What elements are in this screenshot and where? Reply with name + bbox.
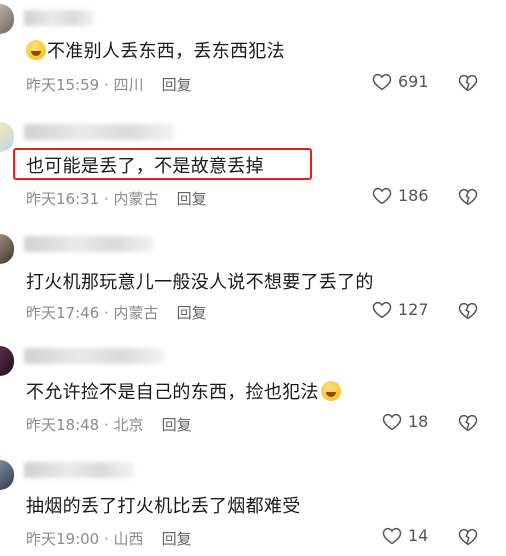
comment-text: 打火机那玩意儿一般没人说不想要了丢了的 [26, 272, 374, 293]
laughing-emoji-icon [320, 381, 341, 401]
username-blurred[interactable] [24, 10, 94, 26]
comment-item: 不允许捡不是自己的东西，捡也犯法 昨天18:48 · 北京 回复 18 [0, 336, 506, 448]
comment-meta: 昨天16:31 · 内蒙古 回复 [26, 190, 207, 208]
reply-button[interactable]: 回复 [162, 530, 192, 548]
heart-outline-icon [372, 73, 392, 90]
comment-time: 昨天17:46 [26, 304, 100, 322]
comment-location: 内蒙古 [113, 304, 159, 322]
broken-heart-icon[interactable] [458, 414, 478, 432]
broken-heart-icon[interactable] [458, 528, 478, 546]
like-button[interactable]: 691 [372, 72, 429, 91]
like-count: 186 [398, 186, 429, 205]
like-button[interactable]: 18 [382, 412, 428, 431]
like-count: 18 [408, 412, 429, 431]
like-button[interactable]: 14 [382, 526, 428, 545]
like-count: 691 [398, 72, 429, 91]
like-count: 127 [398, 300, 429, 319]
reply-button[interactable]: 回复 [177, 304, 207, 322]
avatar[interactable] [0, 122, 14, 152]
broken-heart-icon[interactable] [458, 302, 478, 320]
broken-heart-icon[interactable] [458, 188, 478, 206]
avatar[interactable] [0, 4, 14, 34]
like-count: 14 [408, 526, 429, 545]
comment-meta: 昨天19:00 · 山西 回复 [26, 530, 192, 548]
comment-location: 内蒙古 [113, 190, 159, 208]
reply-button[interactable]: 回复 [162, 76, 192, 94]
comment-location: 四川 [113, 76, 144, 94]
comment-location: 北京 [113, 416, 144, 434]
heart-outline-icon [382, 527, 402, 544]
comment-text: 也可能是丢了，不是故意丢掉 [26, 156, 264, 177]
reply-button[interactable]: 回复 [162, 416, 192, 434]
comment-meta: 昨天15:59 · 四川 回复 [26, 76, 192, 94]
comment-item: 也可能是丢了，不是故意丢掉 昨天16:31 · 内蒙古 回复 186 [0, 112, 506, 224]
comment-item: 抽烟的丢了打火机比丢了烟都难受 昨天19:00 · 山西 回复 14 [0, 448, 506, 556]
comment-text: 不准别人丢东西，丢东西犯法 [26, 37, 285, 63]
comment-time: 昨天19:00 [26, 530, 100, 548]
like-button[interactable]: 127 [372, 300, 429, 319]
avatar[interactable] [0, 234, 14, 264]
username-blurred[interactable] [24, 124, 174, 140]
comment-text: 抽烟的丢了打火机比丢了烟都难受 [26, 496, 301, 517]
comment-meta: 昨天17:46 · 内蒙古 回复 [26, 304, 207, 322]
username-blurred[interactable] [24, 236, 154, 252]
comment-time: 昨天18:48 [26, 416, 100, 434]
avatar[interactable] [0, 346, 14, 376]
reply-button[interactable]: 回复 [177, 190, 207, 208]
heart-outline-icon [372, 301, 392, 318]
comment-location: 山西 [113, 530, 144, 548]
username-blurred[interactable] [24, 462, 134, 478]
comment-text: 不允许捡不是自己的东西，捡也犯法 [26, 378, 341, 404]
heart-outline-icon [382, 413, 402, 430]
comment-meta: 昨天18:48 · 北京 回复 [26, 416, 192, 434]
comment-item: 不准别人丢东西，丢东西犯法 昨天15:59 · 四川 回复 691 [0, 0, 506, 112]
broken-heart-icon[interactable] [458, 74, 478, 92]
comment-time: 昨天16:31 [26, 190, 100, 208]
comment-time: 昨天15:59 [26, 76, 100, 94]
laughing-emoji-icon [26, 40, 46, 60]
heart-outline-icon [372, 187, 392, 204]
comment-item: 打火机那玩意儿一般没人说不想要了丢了的 昨天17:46 · 内蒙古 回复 127 [0, 224, 506, 336]
username-blurred[interactable] [24, 348, 164, 364]
like-button[interactable]: 186 [372, 186, 429, 205]
avatar[interactable] [0, 460, 14, 490]
